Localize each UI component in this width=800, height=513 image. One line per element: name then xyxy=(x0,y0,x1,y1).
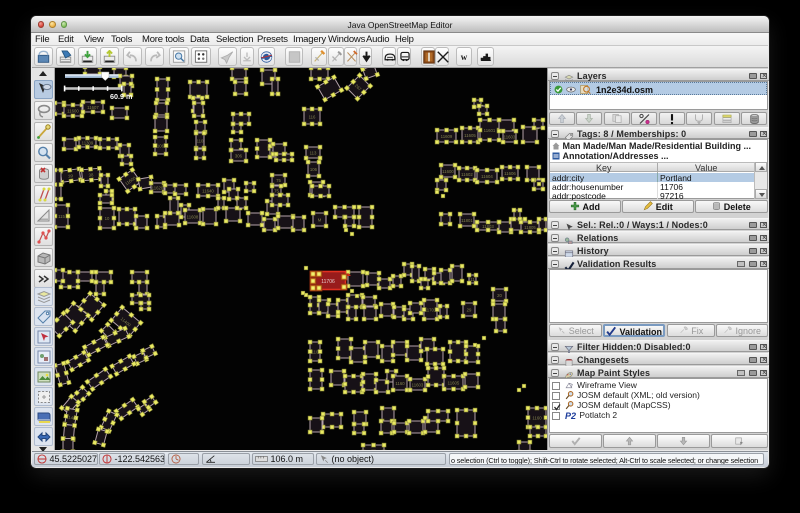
svg-text:11605: 11605 xyxy=(448,381,460,386)
svg-text:11600: 11600 xyxy=(442,169,454,174)
svg-text:10: 10 xyxy=(105,216,110,221)
svg-text:11604: 11604 xyxy=(481,174,493,179)
svg-text:110: 110 xyxy=(197,139,204,144)
svg-text:11640: 11640 xyxy=(202,189,214,194)
svg-text:11602: 11602 xyxy=(461,172,473,177)
svg-text:11603: 11603 xyxy=(504,135,516,140)
svg-text:11801: 11801 xyxy=(461,218,473,223)
svg-text:1160: 1160 xyxy=(395,381,405,386)
svg-text:116: 116 xyxy=(309,115,316,120)
svg-text:11706: 11706 xyxy=(321,279,335,285)
svg-text:1160: 1160 xyxy=(532,416,542,421)
svg-text:11600: 11600 xyxy=(67,109,79,114)
svg-text:106: 106 xyxy=(157,144,165,149)
svg-text:11607: 11607 xyxy=(87,105,99,110)
svg-text:75: 75 xyxy=(274,189,279,194)
svg-text:11608: 11608 xyxy=(187,215,199,220)
svg-text:11603: 11603 xyxy=(412,383,424,388)
svg-text:106: 106 xyxy=(310,167,318,172)
svg-text:M: M xyxy=(318,218,322,223)
svg-text:11601: 11601 xyxy=(484,128,496,133)
svg-text:113: 113 xyxy=(310,151,317,156)
svg-text:11701: 11701 xyxy=(425,308,437,313)
svg-text:115: 115 xyxy=(58,214,65,219)
svg-text:11803: 11803 xyxy=(482,224,494,229)
svg-text:60.9 m: 60.9 m xyxy=(110,92,132,101)
svg-text:11620: 11620 xyxy=(152,186,164,191)
svg-text:11805: 11805 xyxy=(524,225,536,230)
svg-text:11605: 11605 xyxy=(464,133,476,138)
svg-text:w: w xyxy=(461,52,468,62)
svg-text:20: 20 xyxy=(497,293,502,298)
svg-text:11309: 11309 xyxy=(82,141,94,146)
svg-text:11606: 11606 xyxy=(504,171,516,176)
svg-text:75: 75 xyxy=(276,178,281,183)
svg-text:11609: 11609 xyxy=(441,134,453,139)
svg-text:29: 29 xyxy=(467,308,472,313)
svg-text:306: 306 xyxy=(235,154,243,159)
svg-text:11: 11 xyxy=(470,277,475,282)
svg-text:110: 110 xyxy=(312,350,319,355)
